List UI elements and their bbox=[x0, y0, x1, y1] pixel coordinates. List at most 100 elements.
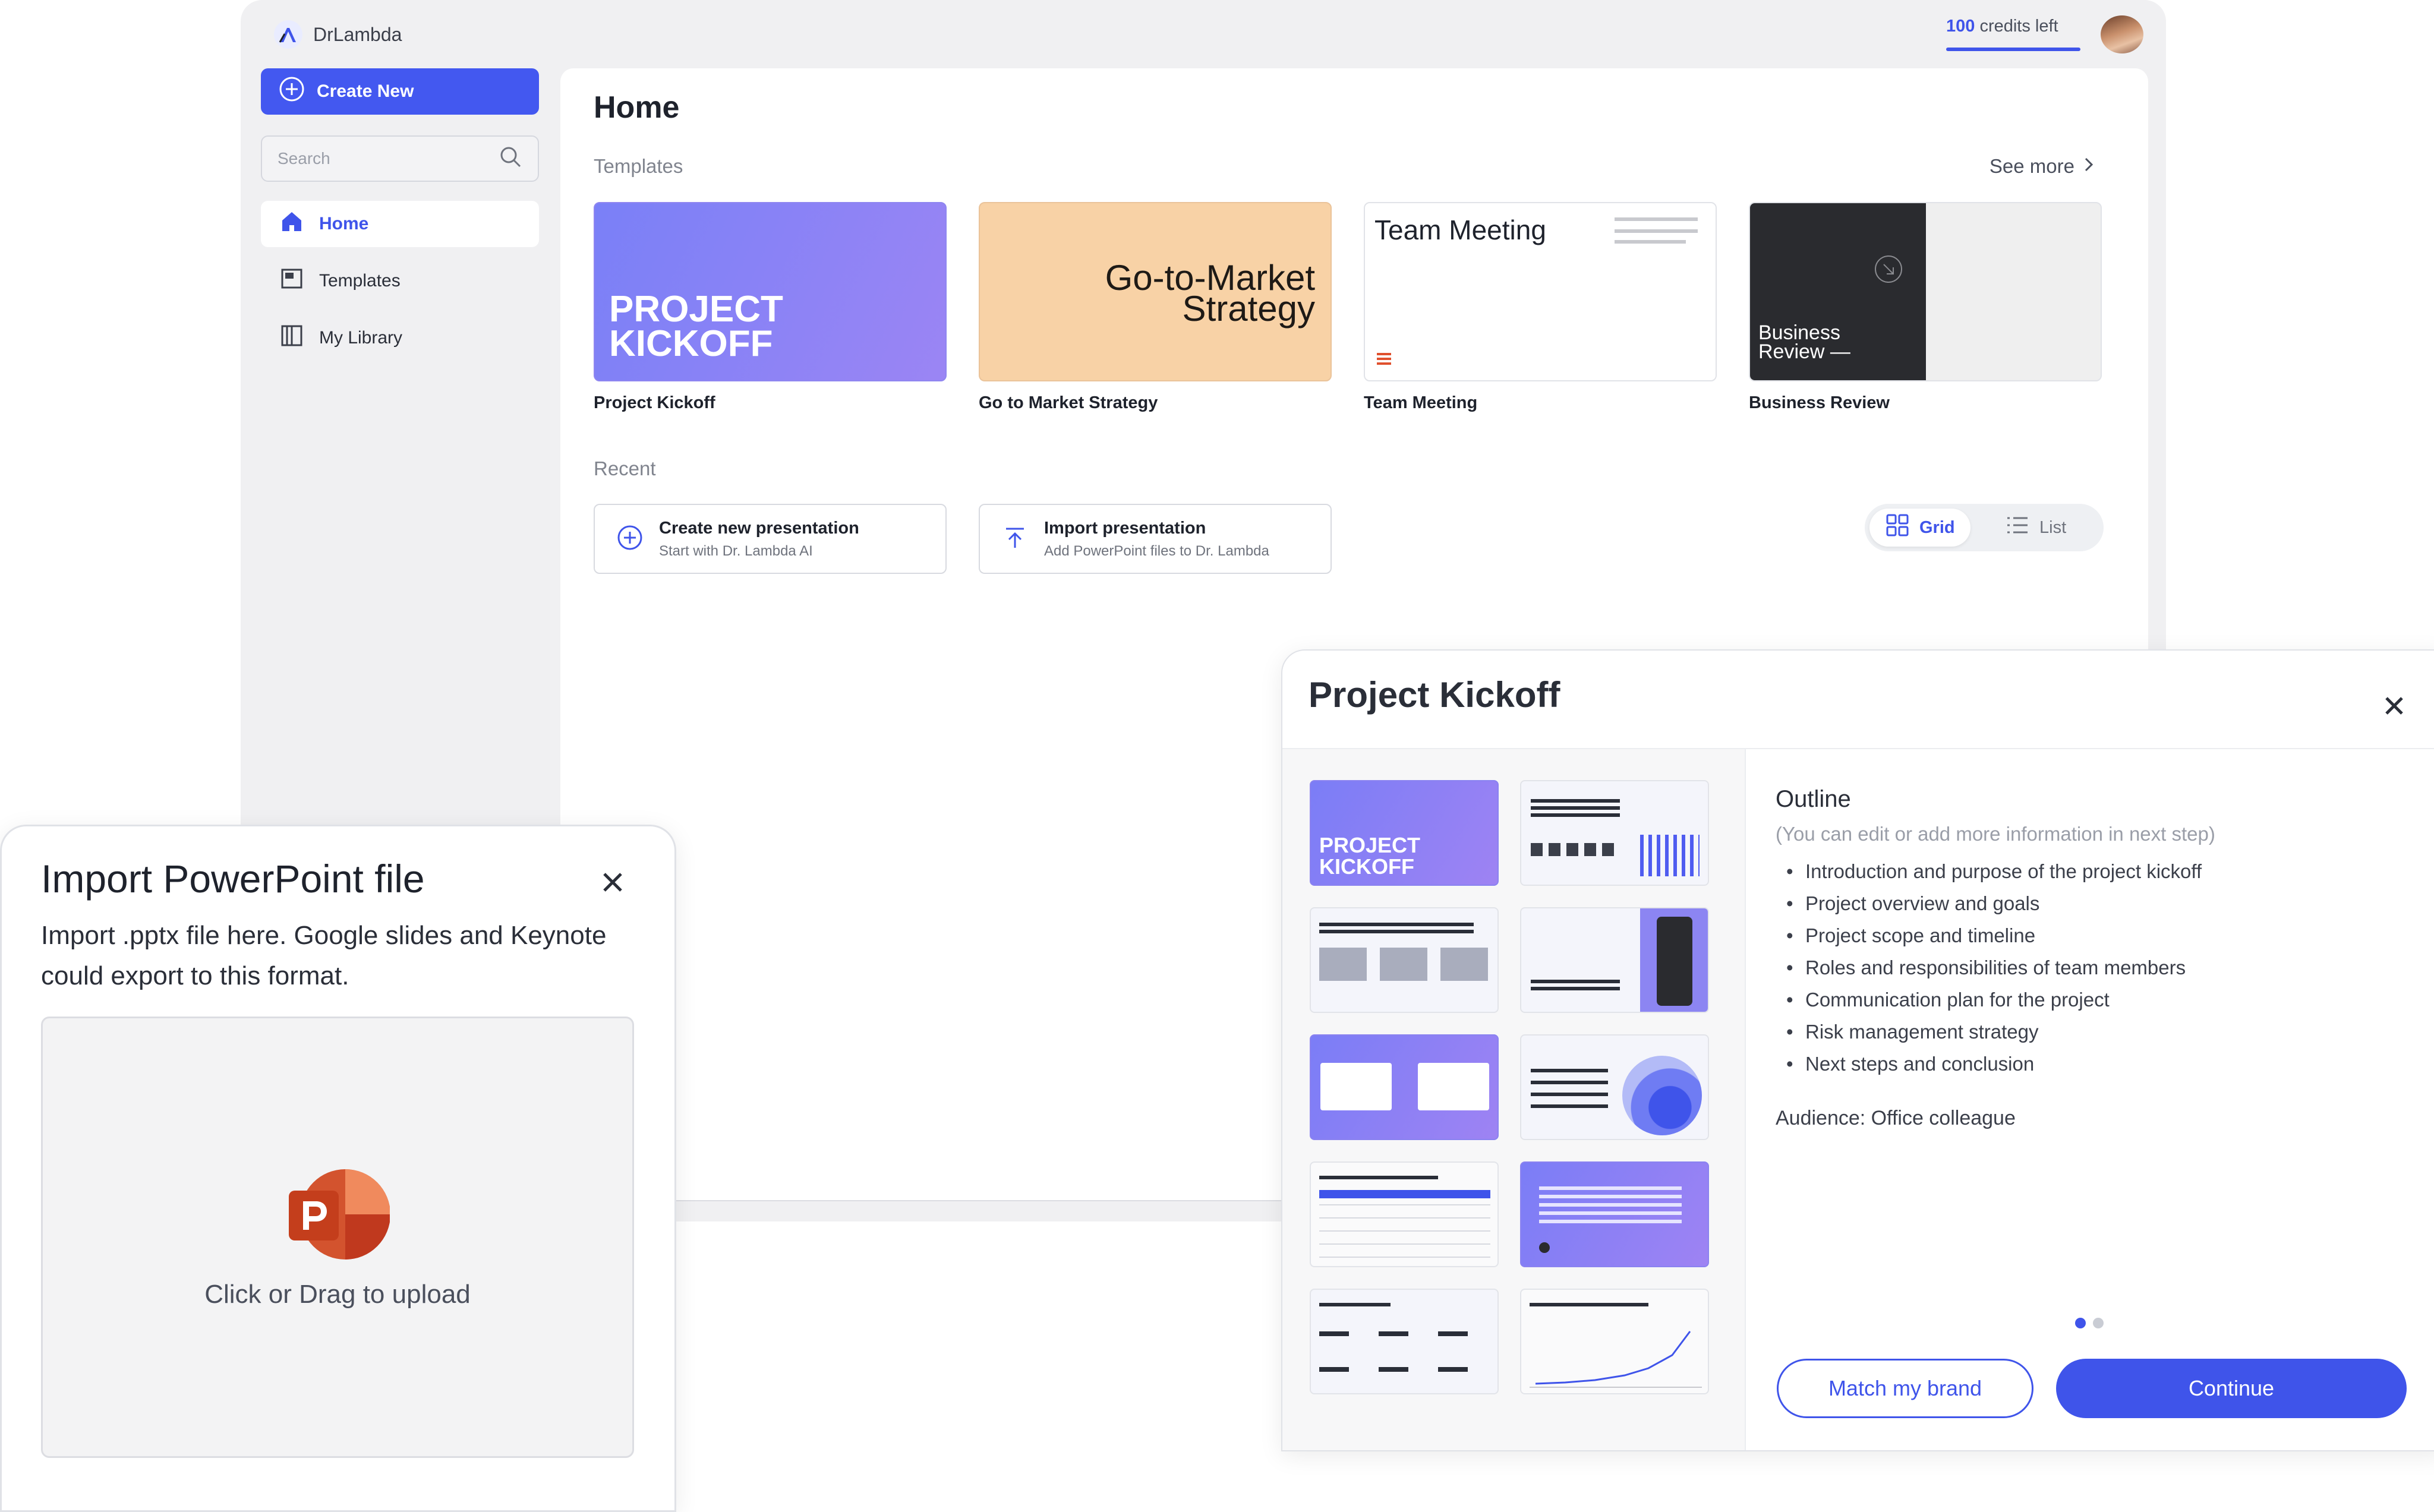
slide-thumbnail[interactable] bbox=[1310, 1034, 1499, 1140]
slide-screenshot bbox=[1320, 1063, 1392, 1110]
template-card-business-review[interactable]: Business Review — bbox=[1749, 202, 2102, 381]
drlambda-logo-icon bbox=[274, 20, 302, 49]
slide-text-lines bbox=[1530, 1303, 1648, 1306]
grid-label: Grid bbox=[1919, 517, 1955, 537]
page-dot[interactable] bbox=[2093, 1318, 2104, 1328]
outline-item: Next steps and conclusion bbox=[1776, 1048, 2202, 1080]
thumb-logo-mark bbox=[1377, 353, 1391, 355]
slide-text-lines bbox=[1319, 1176, 1438, 1179]
slide-thumbnail[interactable] bbox=[1520, 1034, 1709, 1140]
template-thumb-text: Team Meeting bbox=[1374, 214, 1546, 245]
credits-label: credits left bbox=[1975, 17, 2058, 36]
import-powerpoint-modal: Import PowerPoint file Import .pptx file… bbox=[0, 825, 676, 1512]
outline-item: Project overview and goals bbox=[1776, 888, 2202, 920]
slide-bars bbox=[1640, 835, 1700, 876]
slide-thumbnail[interactable]: PROJECT KICKOFF bbox=[1310, 780, 1499, 886]
thumb-decoration bbox=[1615, 229, 1698, 233]
modal-title: Import PowerPoint file bbox=[41, 857, 425, 901]
close-icon[interactable] bbox=[2379, 691, 2409, 721]
sidebar-item-my-library[interactable]: My Library bbox=[261, 315, 539, 361]
slide-thumbnail[interactable] bbox=[1520, 1161, 1709, 1267]
template-card-project-kickoff[interactable]: PROJECT KICKOFF bbox=[594, 202, 947, 381]
see-more-link[interactable]: See more bbox=[1990, 155, 2095, 178]
template-card-team-meeting[interactable]: Team Meeting bbox=[1364, 202, 1717, 381]
thumb-decoration bbox=[1615, 217, 1698, 221]
credits-bar bbox=[1946, 48, 2080, 51]
slide-table-header bbox=[1319, 1190, 1490, 1198]
slide-thumbnail[interactable] bbox=[1310, 907, 1499, 1013]
slide-avatar bbox=[1539, 1242, 1550, 1253]
slide-thumbnail[interactable] bbox=[1520, 780, 1709, 886]
arrow-circle-icon bbox=[1875, 255, 1902, 283]
modal-title: Project Kickoff bbox=[1309, 675, 1560, 715]
outline-item: Roles and responsibilities of team membe… bbox=[1776, 952, 2202, 984]
create-presentation-card[interactable]: Create new presentation Start with Dr. L… bbox=[594, 504, 947, 574]
slide-thumbnail[interactable] bbox=[1520, 907, 1709, 1013]
card-title: Create new presentation bbox=[659, 518, 859, 538]
file-dropzone[interactable]: Click or Drag to upload bbox=[41, 1017, 634, 1458]
slide-thumbnail[interactable] bbox=[1310, 1161, 1499, 1267]
list-icon bbox=[2005, 513, 2030, 542]
templates-section-label: Templates bbox=[594, 155, 683, 177]
slide-text-lines bbox=[1319, 1303, 1391, 1306]
list-label: List bbox=[2039, 517, 2067, 537]
page-dot-active[interactable] bbox=[2075, 1318, 2086, 1328]
recent-section-label: Recent bbox=[594, 457, 656, 479]
template-card-go-to-market[interactable]: Go-to-Market Strategy bbox=[979, 202, 1332, 381]
slide-screenshot bbox=[1418, 1063, 1489, 1110]
slide-title-text: PROJECT KICKOFF bbox=[1319, 833, 1421, 879]
template-name: Project Kickoff bbox=[594, 393, 715, 412]
import-presentation-card[interactable]: Import presentation Add PowerPoint files… bbox=[979, 504, 1332, 574]
upload-icon bbox=[1001, 524, 1029, 554]
slide-text-lines bbox=[1319, 923, 1474, 926]
card-subtitle: Add PowerPoint files to Dr. Lambda bbox=[1044, 542, 1269, 559]
home-icon bbox=[280, 210, 304, 238]
sidebar-item-home[interactable]: Home bbox=[261, 201, 539, 247]
grid-icon bbox=[1885, 513, 1910, 542]
outline-item: Communication plan for the project bbox=[1776, 984, 2202, 1016]
credits-count: 100 bbox=[1946, 17, 1975, 36]
chevron-right-icon bbox=[2083, 155, 2095, 178]
slide-stats bbox=[1319, 1331, 1480, 1336]
close-icon[interactable] bbox=[596, 866, 629, 899]
slide-quote-lines bbox=[1539, 1186, 1682, 1190]
template-preview-modal: Project Kickoff PROJECT KICKOFF Outline … bbox=[1281, 649, 2434, 1451]
plus-circle-icon bbox=[279, 76, 305, 107]
slide-avatars bbox=[1531, 843, 1620, 856]
grid-view-button[interactable]: Grid bbox=[1869, 509, 1970, 547]
slide-line-chart bbox=[1530, 1331, 1702, 1388]
slide-circles bbox=[1622, 1056, 1702, 1135]
credits-indicator[interactable]: 100 credits left bbox=[1946, 17, 2080, 51]
user-avatar[interactable] bbox=[2101, 15, 2143, 53]
thumb-dark-panel: Business Review — bbox=[1750, 203, 1926, 380]
modal-description: Import .pptx file here. Google slides an… bbox=[41, 921, 607, 990]
create-new-button[interactable]: Create New bbox=[261, 68, 539, 115]
slide-thumbnail[interactable] bbox=[1520, 1289, 1709, 1394]
top-bar: DrLambda 100 credits left bbox=[241, 0, 2166, 68]
outline-heading: Outline bbox=[1776, 786, 1851, 812]
slide-table-rows bbox=[1319, 1204, 1490, 1258]
view-toggle: Grid List bbox=[1865, 504, 2104, 551]
outline-item: Project scope and timeline bbox=[1776, 920, 2202, 952]
brand[interactable]: DrLambda bbox=[274, 20, 402, 49]
slide-thumbnail[interactable] bbox=[1310, 1289, 1499, 1394]
search-icon bbox=[499, 145, 522, 173]
card-text: Import presentation Add PowerPoint files… bbox=[1044, 519, 1269, 560]
templates-icon bbox=[280, 267, 304, 295]
sidebar-item-label: Templates bbox=[319, 271, 401, 291]
search-placeholder: Search bbox=[278, 149, 330, 168]
thumb-decoration bbox=[1615, 240, 1686, 244]
create-new-label: Create New bbox=[317, 81, 414, 101]
sidebar-item-templates[interactable]: Templates bbox=[261, 258, 539, 304]
list-view-button[interactable]: List bbox=[1990, 509, 2082, 547]
powerpoint-icon bbox=[289, 1167, 390, 1262]
background-strip bbox=[671, 1200, 1284, 1221]
template-name: Go to Market Strategy bbox=[979, 393, 1158, 412]
dropzone-text: Click or Drag to upload bbox=[204, 1280, 471, 1309]
slide-stats bbox=[1319, 1367, 1480, 1372]
search-input[interactable]: Search bbox=[261, 135, 539, 182]
template-name: Business Review bbox=[1749, 393, 1890, 412]
match-my-brand-button[interactable]: Match my brand bbox=[1777, 1359, 2033, 1418]
see-more-label: See more bbox=[1989, 155, 2074, 177]
continue-button[interactable]: Continue bbox=[2056, 1359, 2407, 1418]
